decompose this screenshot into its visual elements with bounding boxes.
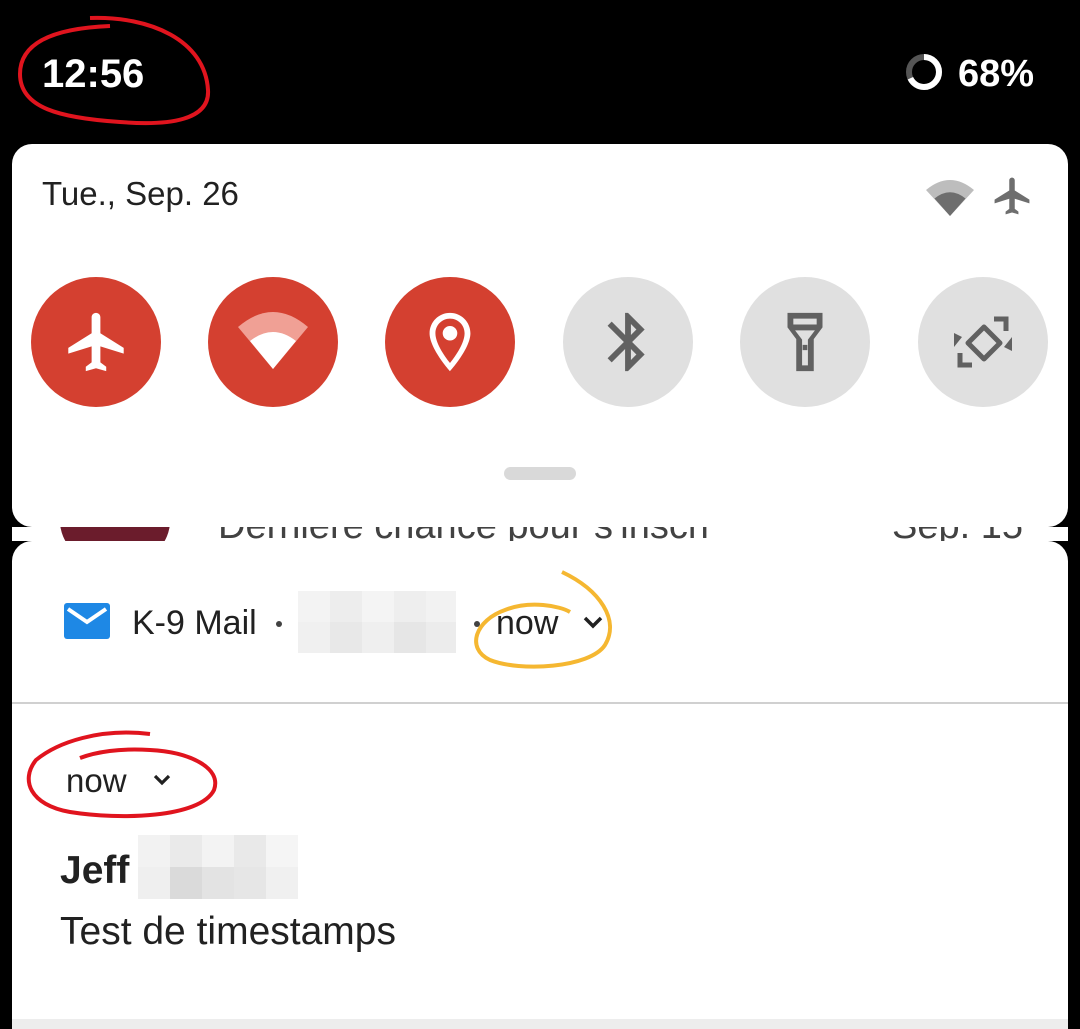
avatar xyxy=(60,527,170,541)
auto-rotate-tile[interactable] xyxy=(918,277,1048,407)
flashlight-tile[interactable] xyxy=(740,277,870,407)
background-notification-title: Dernière chance pour s'inscri xyxy=(218,527,709,541)
airplane-icon xyxy=(994,177,1030,215)
notification-card[interactable]: K-9 Mail now now Jeff Test de timestamps xyxy=(12,541,1068,1029)
notification-header-time: now xyxy=(496,604,559,642)
bluetooth-tile[interactable] xyxy=(563,277,693,407)
card-bottom-edge xyxy=(12,1019,1068,1029)
location-tile[interactable] xyxy=(385,277,515,407)
divider xyxy=(12,702,1068,704)
mail-icon xyxy=(64,603,110,639)
message-time: now xyxy=(66,762,127,799)
battery-percentage: 68% xyxy=(958,53,1035,95)
airplane-icon xyxy=(68,312,124,372)
battery-icon xyxy=(906,54,942,90)
message-sender: Jeff xyxy=(60,849,130,892)
airplane-mode-tile[interactable] xyxy=(31,277,161,407)
wifi-icon xyxy=(238,312,308,369)
separator-dot xyxy=(276,621,282,627)
wifi-tile[interactable] xyxy=(208,277,338,407)
status-bar-clock: 12:56 xyxy=(42,52,145,96)
drag-handle[interactable] xyxy=(504,467,576,480)
quick-settings-panel: Tue., Sep. 26 xyxy=(12,144,1068,527)
chevron-down-icon[interactable] xyxy=(152,773,172,787)
background-notification[interactable]: Dernière chance pour s'inscri Sep. 15 xyxy=(12,527,1068,541)
bluetooth-icon xyxy=(607,312,645,372)
redacted-account xyxy=(298,591,456,653)
flashlight-icon xyxy=(787,312,823,372)
rotate-icon xyxy=(954,316,1012,368)
location-pin-icon xyxy=(429,312,471,372)
redacted-sender-surname xyxy=(138,835,298,899)
message-body: Test de timestamps xyxy=(60,910,396,953)
separator-dot xyxy=(474,621,480,627)
notification-app-name: K-9 Mail xyxy=(132,604,257,642)
qs-date: Tue., Sep. 26 xyxy=(42,175,239,212)
wifi-icon xyxy=(926,180,974,216)
chevron-down-icon[interactable] xyxy=(582,615,604,631)
background-notification-date: Sep. 15 xyxy=(892,527,1023,541)
